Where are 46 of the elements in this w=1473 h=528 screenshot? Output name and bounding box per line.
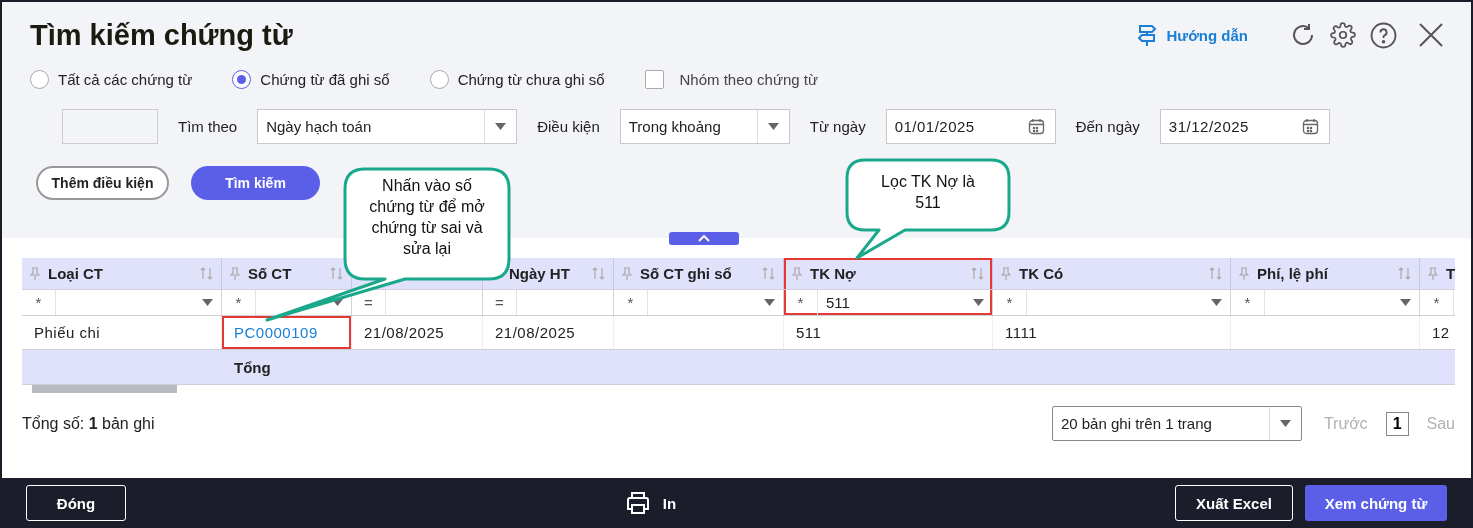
- field-label: Từ ngày: [809, 117, 866, 135]
- date-field[interactable]: 01/01/2025: [885, 108, 1056, 144]
- table-cell: 21/08/2025: [483, 316, 614, 349]
- page-size-select[interactable]: 20 bản ghi trên 1 trang: [1051, 406, 1302, 441]
- print-button[interactable]: In: [618, 490, 683, 516]
- radio-option[interactable]: Chứng từ chưa ghi sổ: [429, 69, 605, 89]
- filter-field[interactable]: *: [22, 290, 222, 315]
- add-condition-button[interactable]: Thêm điều kiện: [36, 166, 169, 200]
- window-title: Tìm kiếm chứng từ: [30, 18, 294, 52]
- field-label: Điều kiện: [537, 117, 600, 135]
- table-cell: Phiếu chi: [22, 316, 222, 349]
- search-button[interactable]: Tìm kiếm: [191, 166, 320, 200]
- column-header[interactable]: Số CT ghi sổ: [614, 258, 784, 289]
- page-number[interactable]: 1: [1385, 411, 1409, 436]
- total-label: Tổng: [233, 357, 272, 378]
- field-label: Đến ngày: [1075, 117, 1140, 135]
- filter-field[interactable]: *: [1231, 290, 1420, 315]
- table-cell: 12: [1420, 316, 1455, 349]
- filter-field[interactable]: * 511: [784, 290, 993, 315]
- filter-field[interactable]: *: [614, 290, 784, 315]
- column-header[interactable]: TK Có: [993, 258, 1231, 289]
- column-header[interactable]: Loại CT: [22, 258, 222, 289]
- radio-option[interactable]: Chứng từ đã ghi sổ: [232, 69, 390, 89]
- voucher-link[interactable]: PC0000109: [222, 316, 352, 349]
- export-excel-button[interactable]: Xuất Excel: [1175, 485, 1293, 521]
- close-button[interactable]: Đóng: [26, 485, 126, 521]
- column-header[interactable]: Phí, lệ phí: [1231, 258, 1420, 289]
- checkbox-label: Nhóm theo chứng từ: [679, 70, 818, 88]
- table-cell: 511: [784, 316, 993, 349]
- table-cell: 1111: [993, 316, 1231, 349]
- view-voucher-button[interactable]: Xem chứng từ: [1305, 485, 1447, 521]
- callout-text: Nhấn vào số chứng từ để mở chứng từ sai và sửa lại: [368, 176, 486, 259]
- callout-text: Lọc TK Nợ là 511: [880, 172, 976, 213]
- dropdown-field[interactable]: Trong khoảng: [619, 108, 790, 144]
- table-cell: 21/08/2025: [352, 316, 483, 349]
- filter-field[interactable]: =: [483, 290, 614, 315]
- column-header[interactable]: TK Nợ: [784, 258, 993, 289]
- filter-field[interactable]: *: [993, 290, 1231, 315]
- dropdown-field[interactable]: Ngày hạch toán: [257, 108, 518, 144]
- radio-option[interactable]: Tất cả các chứng từ: [30, 69, 193, 89]
- date-field[interactable]: 31/12/2025: [1159, 108, 1330, 144]
- filter-field[interactable]: *: [1420, 290, 1455, 315]
- column-header[interactable]: T: [1420, 258, 1455, 289]
- record-count: Tổng số: 1 bản ghi: [22, 414, 156, 433]
- guide-link[interactable]: Hướng dẫn: [1136, 23, 1248, 47]
- field-label: Tìm theo: [178, 117, 238, 135]
